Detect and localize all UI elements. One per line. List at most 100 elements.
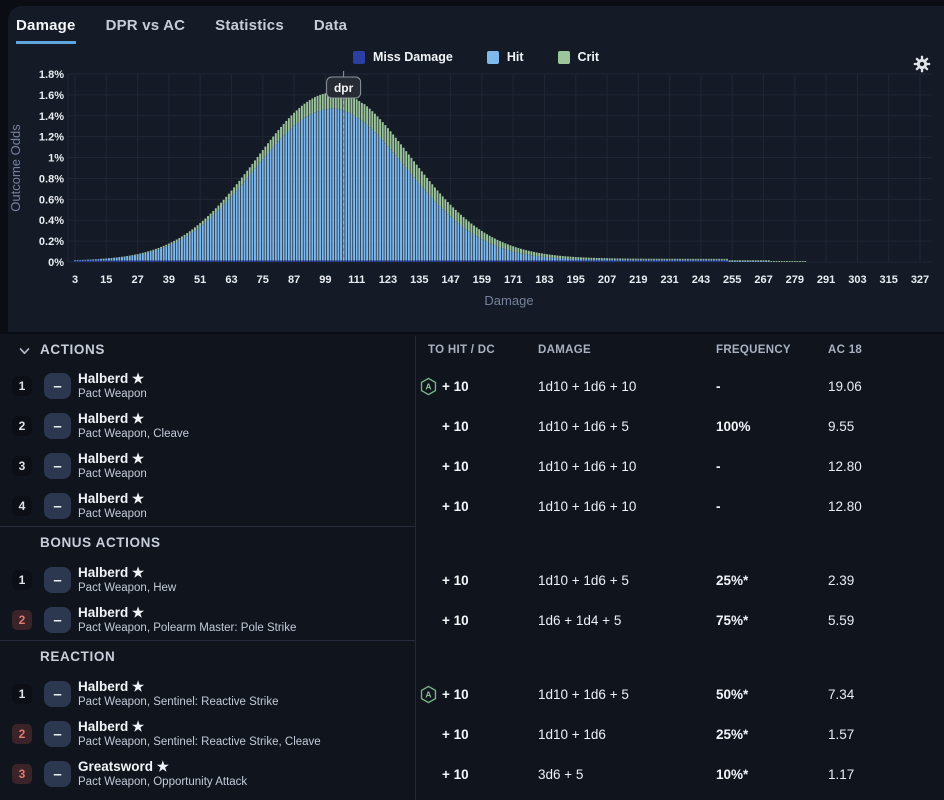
minus-icon: – bbox=[53, 767, 61, 782]
svg-text:1.6%: 1.6% bbox=[39, 90, 64, 102]
legend-label: Miss Damage bbox=[373, 50, 453, 64]
row-number-badge: 1 bbox=[12, 570, 32, 590]
svg-text:207: 207 bbox=[598, 274, 616, 286]
remove-attack-button[interactable]: – bbox=[44, 413, 71, 439]
damage-dice: 1d10 + 1d6 + 10 bbox=[538, 499, 716, 514]
svg-text:1.4%: 1.4% bbox=[39, 111, 64, 123]
legend-item-miss-damage[interactable]: Miss Damage bbox=[353, 50, 453, 64]
svg-text:0.4%: 0.4% bbox=[39, 215, 64, 227]
column-header-damage: DAMAGE bbox=[538, 344, 716, 356]
dpr-result-value: 5.59 bbox=[828, 613, 944, 628]
row-number-badge: 2 bbox=[12, 416, 32, 436]
minus-icon: – bbox=[53, 459, 61, 474]
svg-text:147: 147 bbox=[441, 274, 459, 286]
frequency-value: - bbox=[716, 379, 828, 394]
remove-attack-button[interactable]: – bbox=[44, 681, 71, 707]
frequency-value: 25%* bbox=[716, 727, 828, 742]
dpr-result-value: 2.39 bbox=[828, 573, 944, 588]
dpr-result-value: 19.06 bbox=[828, 379, 944, 394]
to-hit-value: + 10 bbox=[442, 767, 469, 782]
minus-icon: – bbox=[53, 573, 61, 588]
remove-attack-button[interactable]: – bbox=[44, 607, 71, 633]
table-section: ACTIONS TO HIT / DC DAMAGE FREQUENCY AC … bbox=[0, 334, 944, 526]
damage-dice: 3d6 + 5 bbox=[538, 767, 716, 782]
column-header-to-hit: TO HIT / DC bbox=[420, 344, 538, 356]
weapon-name: Halberd ★ bbox=[78, 411, 420, 427]
weapon-tags: Pact Weapon, Sentinel: Reactive Strike, … bbox=[78, 736, 420, 749]
to-hit-value: + 10 bbox=[442, 687, 469, 702]
section-header: REACTION bbox=[0, 640, 944, 674]
remove-attack-button[interactable]: – bbox=[44, 721, 71, 747]
svg-text:111: 111 bbox=[348, 274, 365, 286]
chevron-down-icon[interactable] bbox=[19, 342, 30, 360]
damage-histogram-chart[interactable]: 0%0.2%0.4%0.6%0.8%1%1.2%1.4%1.6%1.8%3152… bbox=[0, 0, 944, 332]
weapon-tags: Pact Weapon, Hew bbox=[78, 582, 420, 595]
dpr-result-value: 1.57 bbox=[828, 727, 944, 742]
to-hit-value: + 10 bbox=[442, 459, 469, 474]
frequency-value: 10%* bbox=[716, 767, 828, 782]
frequency-value: - bbox=[716, 459, 828, 474]
table-row[interactable]: 2 – Halberd ★ Pact Weapon, Cleave + 10 1… bbox=[0, 406, 944, 446]
remove-attack-button[interactable]: – bbox=[44, 373, 71, 399]
table-section: REACTION 1 – Halberd ★ Pact Weapon, Sent… bbox=[0, 640, 944, 794]
to-hit-value: + 10 bbox=[442, 499, 469, 514]
svg-text:243: 243 bbox=[692, 274, 710, 286]
table-row[interactable]: 2 – Halberd ★ Pact Weapon, Polearm Maste… bbox=[0, 600, 944, 640]
dpr-result-value: 7.34 bbox=[828, 687, 944, 702]
weapon-tags: Pact Weapon bbox=[78, 508, 420, 521]
legend-item-crit[interactable]: Crit bbox=[558, 50, 600, 64]
svg-text:0.8%: 0.8% bbox=[39, 173, 64, 185]
section-title: ACTIONS bbox=[40, 342, 105, 357]
svg-text:Outcome Odds: Outcome Odds bbox=[8, 124, 23, 212]
weapon-tags: Pact Weapon, Opportunity Attack bbox=[78, 776, 420, 789]
legend-label: Hit bbox=[507, 50, 524, 64]
section-title: BONUS ACTIONS bbox=[40, 535, 161, 550]
svg-text:75: 75 bbox=[257, 274, 269, 286]
table-row[interactable]: 1 – Halberd ★ Pact Weapon, Hew + 10 1d10… bbox=[0, 560, 944, 600]
row-number-badge: 4 bbox=[12, 496, 32, 516]
svg-text:99: 99 bbox=[319, 274, 331, 286]
svg-text:195: 195 bbox=[567, 274, 585, 286]
svg-text:219: 219 bbox=[629, 274, 647, 286]
weapon-name: Halberd ★ bbox=[78, 679, 420, 695]
app-root: Damage DPR vs AC Statistics Data 0%0.2%0… bbox=[0, 0, 944, 800]
svg-text:291: 291 bbox=[817, 274, 835, 286]
svg-text:231: 231 bbox=[660, 274, 678, 286]
weapon-tags: Pact Weapon bbox=[78, 388, 420, 401]
svg-text:3: 3 bbox=[72, 274, 78, 286]
minus-icon: – bbox=[53, 379, 61, 394]
to-hit-value: + 10 bbox=[442, 419, 469, 434]
svg-text:183: 183 bbox=[535, 274, 553, 286]
svg-text:87: 87 bbox=[288, 274, 300, 286]
row-number-badge: 3 bbox=[12, 456, 32, 476]
weapon-tags: Pact Weapon, Polearm Master: Pole Strike bbox=[78, 622, 420, 635]
frequency-value: 100% bbox=[716, 419, 828, 434]
svg-text:123: 123 bbox=[379, 274, 397, 286]
remove-attack-button[interactable]: – bbox=[44, 761, 71, 787]
settings-button[interactable] bbox=[909, 52, 935, 78]
to-hit-value: + 10 bbox=[442, 379, 469, 394]
remove-attack-button[interactable]: – bbox=[44, 567, 71, 593]
table-row[interactable]: 3 – Greatsword ★ Pact Weapon, Opportunit… bbox=[0, 754, 944, 794]
table-row[interactable]: 1 – Halberd ★ Pact Weapon, Sentinel: Rea… bbox=[0, 674, 944, 714]
remove-attack-button[interactable]: – bbox=[44, 453, 71, 479]
frequency-value: 25%* bbox=[716, 573, 828, 588]
to-hit-value: + 10 bbox=[442, 573, 469, 588]
table-row[interactable]: 3 – Halberd ★ Pact Weapon + 10 1d10 + 1d… bbox=[0, 446, 944, 486]
dpr-result-value: 9.55 bbox=[828, 419, 944, 434]
minus-icon: – bbox=[53, 419, 61, 434]
to-hit-value: + 10 bbox=[442, 613, 469, 628]
svg-text:0.6%: 0.6% bbox=[39, 194, 64, 206]
crit-swatch-icon bbox=[558, 51, 570, 64]
table-row[interactable]: 4 – Halberd ★ Pact Weapon + 10 1d10 + 1d… bbox=[0, 486, 944, 526]
dpr-result-value: 12.80 bbox=[828, 459, 944, 474]
remove-attack-button[interactable]: – bbox=[44, 493, 71, 519]
weapon-tags: Pact Weapon, Cleave bbox=[78, 428, 420, 441]
svg-text:15: 15 bbox=[100, 274, 112, 286]
table-row[interactable]: 2 – Halberd ★ Pact Weapon, Sentinel: Rea… bbox=[0, 714, 944, 754]
table-row[interactable]: 1 – Halberd ★ Pact Weapon A + 10 1d10 + … bbox=[0, 366, 944, 406]
svg-text:0%: 0% bbox=[48, 257, 64, 269]
legend-item-hit[interactable]: Hit bbox=[487, 50, 524, 64]
frequency-value: 75%* bbox=[716, 613, 828, 628]
gear-icon bbox=[912, 54, 932, 74]
